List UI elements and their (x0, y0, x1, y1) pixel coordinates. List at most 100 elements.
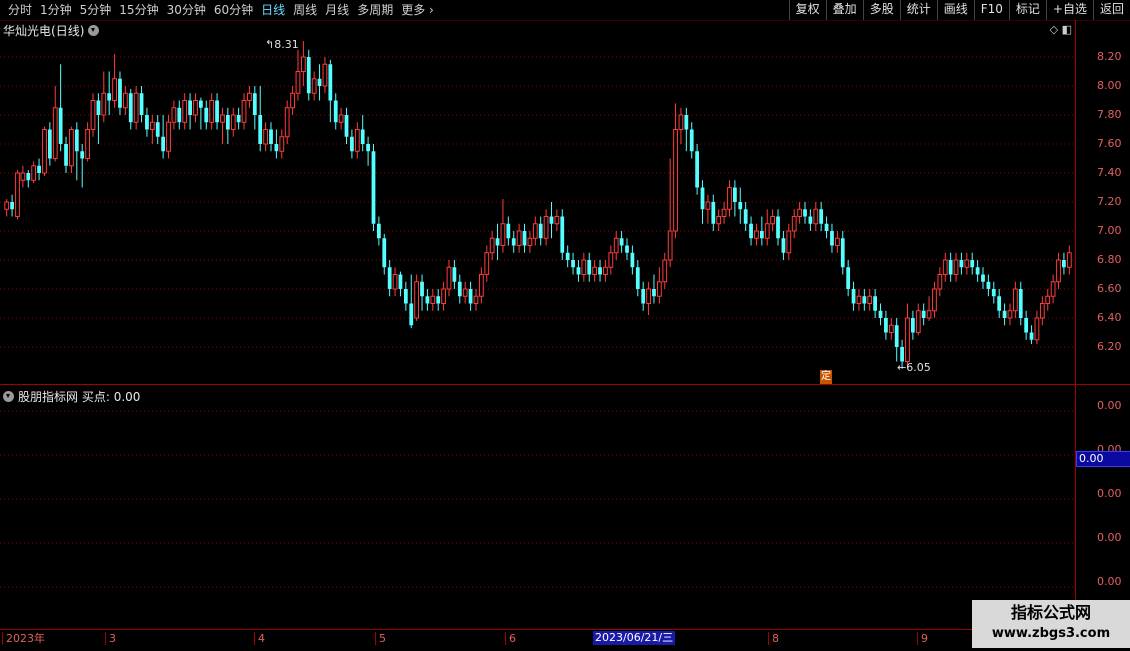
period-tab-5[interactable]: 60分钟 (210, 2, 257, 18)
candle-body (354, 129, 360, 152)
candle-body (215, 100, 219, 123)
candle (101, 71, 107, 123)
candle (824, 216, 829, 239)
date-axis: 2023年 3 4 5 6 8 9 2023/06/21/三 (0, 629, 1130, 651)
candle-body (894, 325, 899, 347)
date-tick: 6 (505, 632, 516, 645)
candle (641, 281, 646, 311)
candle (571, 252, 575, 275)
ding-badge[interactable]: 定 (820, 370, 832, 384)
candle-body (42, 129, 47, 174)
candle (10, 194, 14, 217)
candle (743, 202, 748, 231)
candlestick-chart[interactable] (0, 20, 1076, 382)
toolbar-button-6[interactable]: 标记 (1008, 0, 1046, 20)
candle-body (58, 107, 63, 144)
candle (754, 223, 759, 246)
candle-body (630, 252, 635, 268)
candle-body (112, 78, 117, 101)
candle (840, 231, 845, 275)
candle (112, 54, 117, 108)
period-tab-10[interactable]: 更多 › (397, 2, 438, 18)
candle-body (31, 165, 37, 181)
candle (565, 245, 570, 268)
candle-body (888, 324, 894, 333)
candle (630, 245, 635, 275)
candle-body (26, 173, 31, 181)
candle (215, 93, 219, 130)
period-tab-9[interactable]: 多周期 (353, 2, 397, 18)
candle (738, 187, 743, 224)
candle-body (101, 92, 107, 116)
candle (188, 93, 192, 130)
candle (937, 267, 943, 297)
period-tab-2[interactable]: 5分钟 (76, 2, 116, 18)
period-tab-1[interactable]: 1分钟 (36, 2, 76, 18)
candle-body (171, 107, 177, 123)
candle (204, 100, 209, 130)
candle (689, 122, 694, 159)
candle (403, 281, 408, 311)
candle-body (781, 238, 786, 253)
candle-body (1012, 288, 1018, 312)
high-value: 8.31 (274, 38, 299, 51)
candle (695, 144, 700, 195)
period-tab-7[interactable]: 周线 (289, 2, 321, 18)
candle-body (306, 57, 311, 94)
candle (781, 231, 786, 260)
period-tab-8[interactable]: 月线 (321, 2, 353, 18)
toolbar-button-0[interactable]: 复权 (788, 0, 826, 20)
period-tab-6[interactable]: 日线 (257, 2, 289, 18)
candle (554, 209, 560, 231)
period-tab-0[interactable]: 分时 (4, 2, 36, 18)
candle-body (495, 238, 500, 246)
candle-body (635, 267, 640, 289)
candle-body (279, 136, 285, 152)
candle-body (932, 288, 937, 312)
candle-body (678, 114, 684, 130)
candle (182, 93, 188, 130)
toolbar-button-5[interactable]: F10 (973, 0, 1009, 20)
candle-body (695, 151, 700, 188)
candle-body (284, 107, 290, 138)
candle (473, 289, 479, 311)
period-tab-4[interactable]: 30分钟 (163, 2, 210, 18)
candle-body (90, 100, 96, 130)
candle-body (436, 296, 441, 304)
candle-body (360, 129, 365, 144)
toolbar-button-2[interactable]: 多股 (862, 0, 900, 20)
candle-body (1034, 317, 1040, 341)
candle (128, 88, 133, 130)
candle (1039, 296, 1045, 326)
toolbar-button-4[interactable]: 画线 (936, 0, 974, 20)
candle (598, 260, 602, 282)
toolbar-button-7[interactable]: +自选 (1045, 0, 1093, 20)
candle (981, 267, 985, 289)
candle (274, 129, 279, 159)
candle (619, 231, 624, 253)
candle-body (446, 266, 452, 290)
toolbar-button-8[interactable]: 返回 (1092, 0, 1130, 20)
candle (4, 199, 10, 217)
period-tab-3[interactable]: 15分钟 (115, 2, 162, 18)
date-tick: 4 (254, 632, 265, 645)
candle (409, 274, 414, 329)
candle-body (506, 223, 511, 239)
indicator-panel[interactable] (0, 386, 1076, 626)
candle-body (759, 231, 764, 239)
candle-body (511, 238, 516, 246)
candle (576, 260, 581, 282)
candle-body (122, 92, 128, 109)
candle (587, 252, 592, 282)
candle-body (37, 165, 41, 173)
high-marker: ↰8.31 (265, 38, 299, 51)
toolbar-button-1[interactable]: 叠加 (825, 0, 863, 20)
candle-body (398, 274, 403, 289)
toolbar-button-3[interactable]: 统计 (899, 0, 937, 20)
candle-body (538, 223, 543, 239)
candle-body (743, 209, 748, 224)
watermark: 指标公式网 www.zbgs3.com (972, 600, 1130, 648)
candle (867, 289, 873, 311)
candle-body (900, 347, 904, 362)
low-marker: ←6.05 (897, 361, 931, 374)
